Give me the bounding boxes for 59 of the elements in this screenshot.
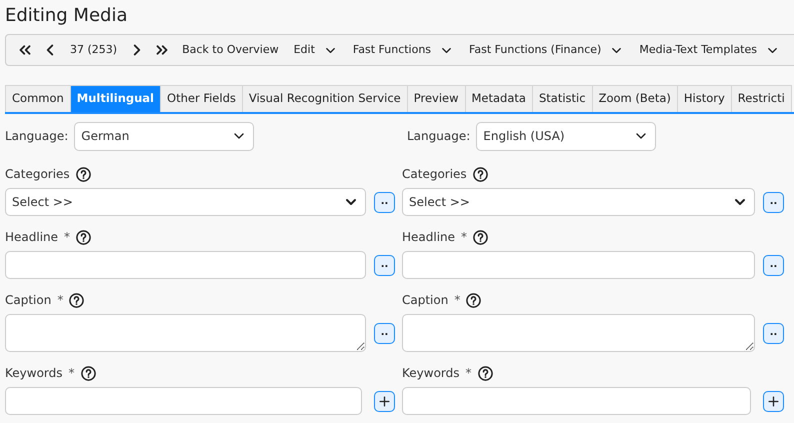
required-mark: * <box>466 365 472 382</box>
required-mark: * <box>64 229 70 246</box>
menu-button[interactable]: Media-Text Templates <box>635 42 784 58</box>
field-label: Keywords <box>402 365 460 382</box>
add-button[interactable] <box>374 390 395 412</box>
required-mark: * <box>68 365 75 382</box>
page-title: Editing Media <box>4 4 128 28</box>
more-button[interactable]: .. <box>763 254 784 276</box>
field-label: Headline <box>402 229 456 246</box>
field-label: Categories <box>5 166 70 183</box>
required-mark: * <box>454 292 460 309</box>
language-label: Language: <box>5 128 68 145</box>
help-icon[interactable] <box>76 230 92 244</box>
required-mark: * <box>461 229 468 246</box>
more-button[interactable]: .. <box>374 192 395 212</box>
help-icon[interactable] <box>472 166 488 182</box>
tab[interactable]: Restricti <box>732 85 792 112</box>
help-icon[interactable] <box>478 366 493 380</box>
text-field[interactable] <box>402 251 755 279</box>
menu-button[interactable]: Fast Functions (Finance) <box>465 42 628 58</box>
tab[interactable]: Preview <box>408 85 466 112</box>
text-field[interactable] <box>5 251 366 279</box>
tab[interactable]: Visual Recognition Service <box>242 85 408 112</box>
tab[interactable]: Statistic <box>532 85 593 112</box>
record-counter: 37 (253) <box>69 42 118 58</box>
tab[interactable]: Zoom (Beta) <box>592 85 678 112</box>
field-label: Caption <box>5 292 52 309</box>
field-label: Categories <box>402 166 467 183</box>
required-mark: * <box>57 292 64 309</box>
more-button[interactable]: .. <box>374 254 395 276</box>
more-button[interactable]: .. <box>374 322 395 344</box>
more-button[interactable]: .. <box>763 322 784 344</box>
help-icon[interactable] <box>76 166 91 182</box>
plus-icon <box>766 394 781 408</box>
more-button[interactable]: .. <box>763 192 784 212</box>
language-label: Language: <box>407 128 470 145</box>
field-label: Keywords <box>5 365 63 382</box>
text-field[interactable] <box>402 387 751 415</box>
menu-button[interactable]: Edit <box>290 42 342 58</box>
back-link[interactable]: Back to Overview <box>178 42 283 58</box>
tab[interactable]: Common <box>5 85 71 112</box>
tab[interactable]: Multilingual <box>70 85 162 112</box>
help-icon[interactable] <box>80 366 96 380</box>
tab[interactable]: Other Fields <box>161 85 243 112</box>
language-select[interactable]: English (USA) <box>476 122 656 150</box>
select-field[interactable]: Select >> <box>5 188 366 216</box>
language-select[interactable]: German <box>74 122 254 150</box>
text-field[interactable] <box>5 387 362 415</box>
add-button[interactable] <box>763 390 784 412</box>
help-icon[interactable] <box>69 292 84 308</box>
plus-icon <box>377 394 392 408</box>
tab[interactable]: Metadata <box>466 85 533 112</box>
help-icon[interactable] <box>473 230 488 244</box>
select-field[interactable]: Select >> <box>402 188 755 216</box>
field-label: Headline <box>5 229 58 246</box>
tab[interactable]: History <box>678 85 732 112</box>
help-icon[interactable] <box>466 292 482 308</box>
menu-button[interactable]: Fast Functions <box>348 42 458 58</box>
field-label: Caption <box>402 292 448 309</box>
